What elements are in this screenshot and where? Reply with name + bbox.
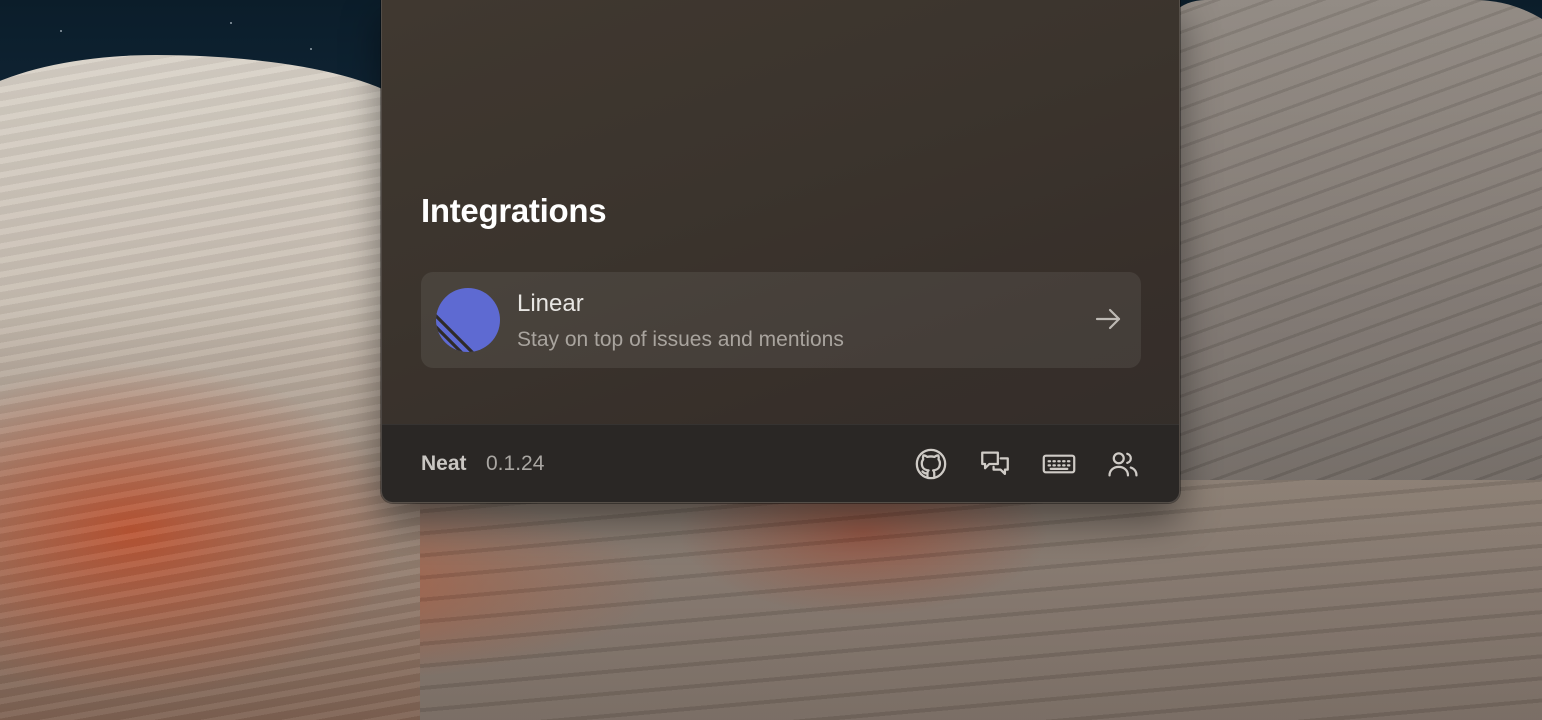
feedback-button[interactable]: [977, 446, 1013, 482]
keyboard-icon: [1042, 454, 1076, 474]
chat-bubbles-icon: [981, 451, 1009, 476]
app-version: 0.1.24: [486, 452, 545, 475]
linear-logo-icon: [436, 288, 500, 352]
window-footer: Neat 0.1.24: [382, 424, 1179, 502]
integration-name: Linear: [517, 290, 584, 317]
app-name: Neat: [421, 452, 467, 475]
app-window: Integrations Linear Stay on top of issue…: [381, 0, 1180, 503]
wallpaper-rock-left: [0, 55, 420, 720]
arrow-right-icon: [1095, 308, 1121, 330]
integration-card-linear[interactable]: Linear Stay on top of issues and mention…: [421, 272, 1141, 368]
users-icon: [1108, 452, 1138, 477]
footer-icon-bar: [913, 446, 1141, 482]
team-button[interactable]: [1105, 446, 1141, 482]
github-button[interactable]: [913, 446, 949, 482]
keyboard-shortcuts-button[interactable]: [1041, 446, 1077, 482]
window-content: Integrations Linear Stay on top of issue…: [382, 0, 1179, 424]
github-icon: [915, 448, 947, 480]
integration-description: Stay on top of issues and mentions: [517, 328, 844, 351]
integrations-title: Integrations: [421, 192, 607, 229]
